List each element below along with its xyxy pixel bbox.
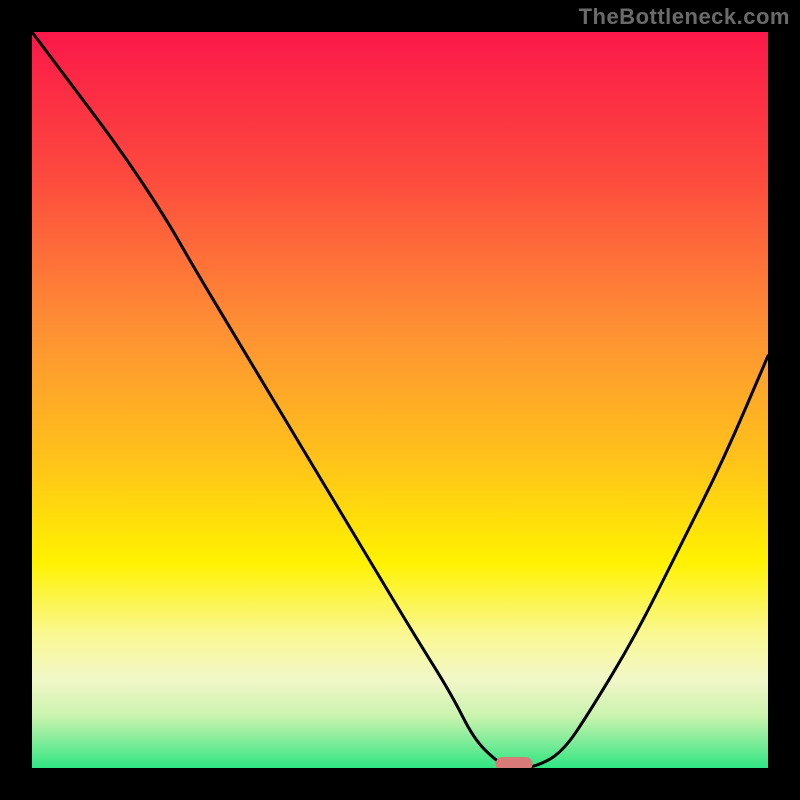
gradient-background bbox=[32, 32, 768, 768]
chart-frame: TheBottleneck.com bbox=[0, 0, 800, 800]
chart-svg bbox=[32, 32, 768, 768]
balance-marker bbox=[496, 757, 533, 768]
watermark-text: TheBottleneck.com bbox=[579, 4, 790, 30]
plot-area bbox=[32, 32, 768, 768]
